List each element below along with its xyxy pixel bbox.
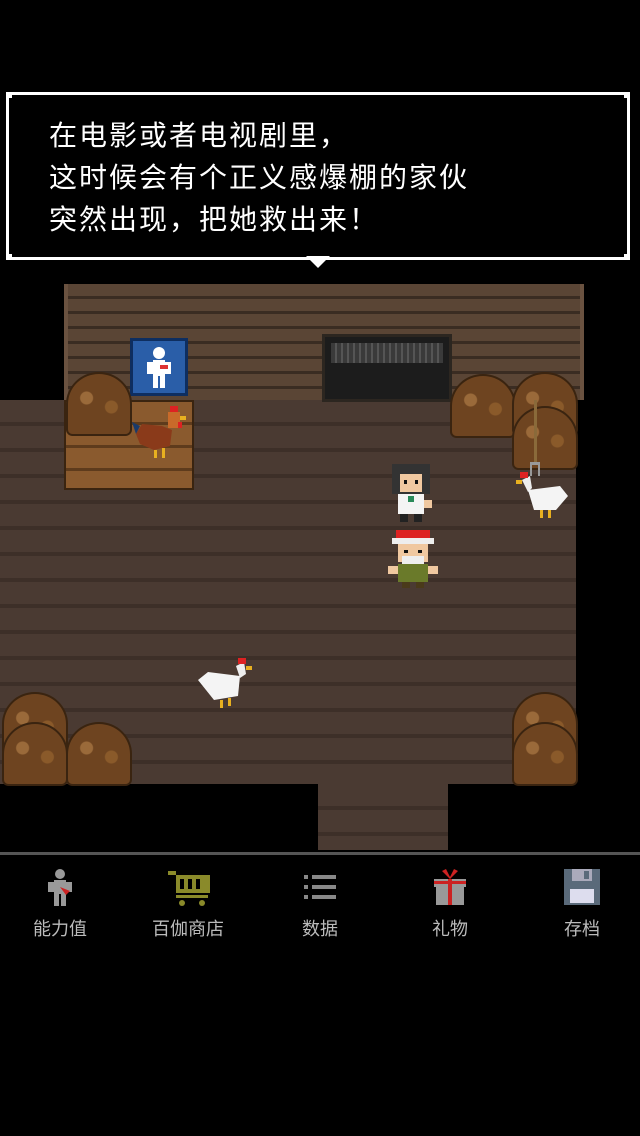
menu-label-status: 能力值 xyxy=(33,919,87,940)
person-sign-icon[interactable] xyxy=(130,338,188,396)
menu-item-data[interactable]: 数据 xyxy=(256,855,384,943)
pitchfork-icon xyxy=(530,400,540,480)
hay-bale xyxy=(450,374,516,438)
menu-label-save: 存档 xyxy=(564,919,600,940)
barn-window xyxy=(322,334,452,402)
white-chicken-sprite[interactable] xyxy=(516,470,572,526)
menu-label-shop: 百伽商店 xyxy=(152,919,224,940)
hay-bale xyxy=(2,722,68,786)
bottom-menu-bar: 能力值 百伽商店 数据 礼物 存档 xyxy=(0,852,640,943)
status-figure-icon xyxy=(40,867,80,907)
white-chicken-sprite[interactable] xyxy=(196,656,252,712)
floppy-disk-icon xyxy=(562,867,602,907)
shopping-cart-icon xyxy=(168,867,210,907)
gift-icon xyxy=(430,867,470,907)
dialog-continue-arrow-icon xyxy=(306,256,330,268)
girl-character-sprite[interactable] xyxy=(386,462,436,524)
doorway xyxy=(318,784,448,850)
hay-bale xyxy=(512,722,578,786)
hay-bale xyxy=(512,406,578,470)
menu-item-status[interactable]: 能力值 xyxy=(0,855,124,943)
menu-item-save[interactable]: 存档 xyxy=(518,855,640,943)
hay-bale xyxy=(66,372,132,436)
menu-label-gift: 礼物 xyxy=(432,919,468,940)
rooster-sprite[interactable] xyxy=(132,404,188,460)
menu-item-shop[interactable]: 百伽商店 xyxy=(124,855,252,943)
list-icon xyxy=(300,867,340,907)
menu-item-gift[interactable]: 礼物 xyxy=(386,855,514,943)
menu-label-data: 数据 xyxy=(302,919,338,940)
dialog-text: 在电影或者电视剧里， 这时候会有个正义感爆棚的家伙 突然出现，把她救出来！ xyxy=(49,119,470,236)
hay-bale xyxy=(66,722,132,786)
dialog-box[interactable]: 在电影或者电视剧里， 这时候会有个正义感爆棚的家伙 突然出现，把她救出来！ xyxy=(6,92,630,260)
old-man-character-sprite[interactable] xyxy=(388,528,438,590)
